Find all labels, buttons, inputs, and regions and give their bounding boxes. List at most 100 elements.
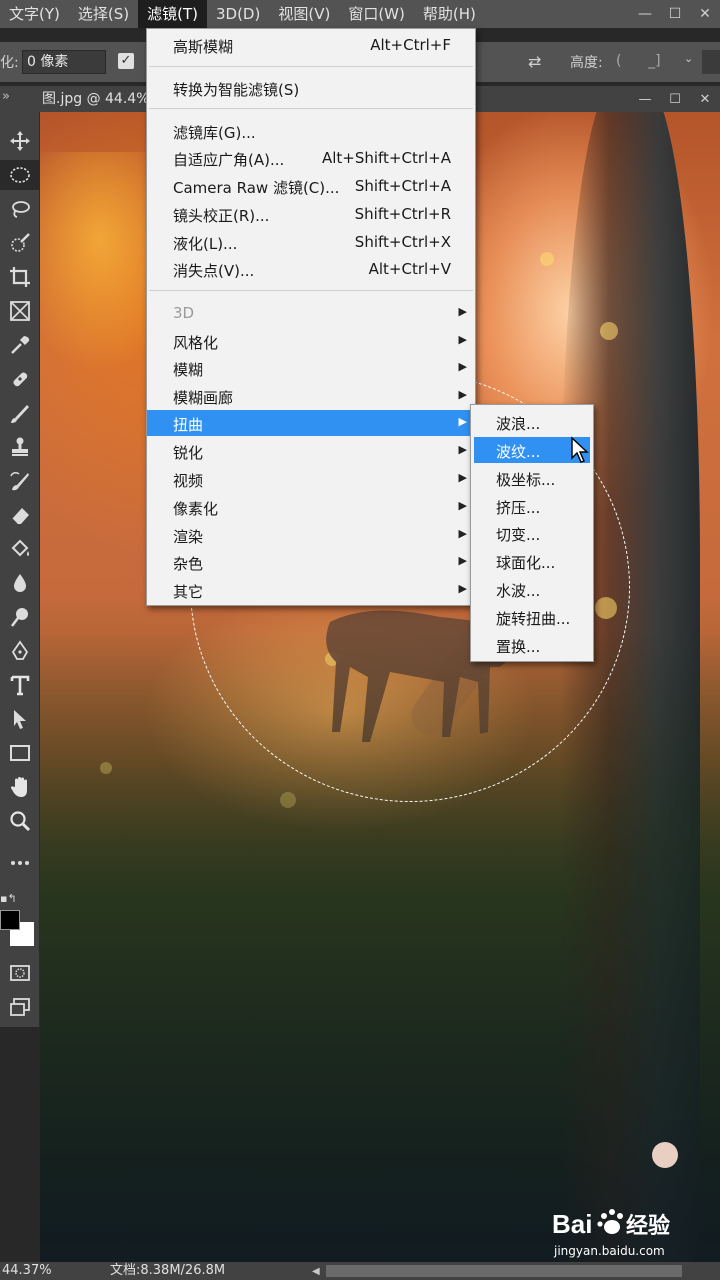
menu-bar: 文字(Y) 选择(S) 滤镜(T) 3D(D) 视图(V) 窗口(W) 帮助(H… [0, 0, 720, 28]
eraser-icon[interactable] [0, 500, 40, 530]
hand-icon[interactable] [0, 772, 40, 802]
menu-item-filter-gallery[interactable]: 滤镜库(G)... [147, 118, 475, 144]
menu-help[interactable]: 帮助(H) [414, 0, 485, 28]
submenu-item-shear[interactable]: 切变... [474, 520, 590, 546]
select-mask-button[interactable] [702, 50, 720, 74]
quick-selection-icon[interactable] [0, 228, 40, 258]
menu-item-other[interactable]: 其它 ▶ [147, 577, 475, 603]
clone-stamp-icon[interactable] [0, 432, 40, 462]
chevron-down-icon[interactable]: ⌄ [684, 52, 693, 65]
zoom-level[interactable]: 44.37% [2, 1262, 52, 1280]
submenu-item-twirl[interactable]: 旋转扭曲... [474, 604, 590, 630]
menu-item-blur[interactable]: 模糊 ▶ [147, 355, 475, 381]
height-input[interactable]: ( _] [612, 50, 674, 74]
document-info[interactable]: 文档:8.38M/26.8M [110, 1262, 225, 1280]
menu-item-convert-smart-filter[interactable]: 转换为智能滤镜(S) [147, 75, 475, 101]
flower [652, 1142, 678, 1168]
close-icon[interactable]: ✕ [690, 0, 720, 28]
mouse-cursor-icon [571, 436, 589, 463]
scroll-left-icon[interactable]: ◀ [312, 1266, 320, 1277]
submenu-arrow-icon: ▶ [458, 443, 467, 456]
submenu-arrow-icon: ▶ [458, 582, 467, 595]
menu-item-camera-raw[interactable]: Camera Raw 滤镜(C)... Shift+Ctrl+A [147, 173, 475, 199]
menu-item-adaptive-wide-angle[interactable]: 自适应广角(A)... Alt+Shift+Ctrl+A [147, 145, 475, 171]
horizontal-scrollbar[interactable] [326, 1265, 682, 1277]
menu-item-sharpen[interactable]: 锐化 ▶ [147, 438, 475, 464]
baidu-jingyan-logo: Bai 经验 [552, 1209, 670, 1239]
panel-collapse-icon[interactable]: » [2, 89, 10, 104]
submenu-item-zigzag[interactable]: 水波... [474, 576, 590, 602]
lasso-icon[interactable] [0, 194, 40, 224]
blur-tool-icon[interactable] [0, 568, 40, 598]
menu-item-gaussian-blur[interactable]: 高斯模糊 Alt+Ctrl+F [147, 32, 475, 58]
path-selection-icon[interactable] [0, 704, 40, 734]
menu-select[interactable]: 选择(S) [69, 0, 138, 28]
submenu-arrow-icon: ▶ [458, 360, 467, 373]
type-icon[interactable] [0, 670, 40, 700]
screen-mode-icon[interactable] [0, 992, 40, 1022]
submenu-item-wave[interactable]: 波浪... [474, 409, 590, 435]
light-bokeh [600, 322, 618, 340]
submenu-item-pinch[interactable]: 挤压... [474, 493, 590, 519]
submenu-arrow-icon: ▶ [458, 305, 467, 318]
menu-item-3d: 3D ▶ [173, 304, 467, 322]
light-bokeh [540, 252, 554, 266]
move-tool-icon[interactable] [0, 126, 40, 156]
zoom-icon[interactable] [0, 806, 40, 836]
foreground-color-swatch[interactable] [0, 910, 20, 930]
rectangle-icon[interactable] [0, 738, 40, 768]
submenu-arrow-icon: ▶ [458, 527, 467, 540]
anti-alias-checkbox[interactable]: ✓ [118, 53, 134, 69]
menu-separator [149, 108, 473, 109]
menu-item-stylize[interactable]: 风格化 ▶ [147, 328, 475, 354]
elliptical-marquee-icon[interactable] [0, 160, 40, 190]
menu-item-lens-correction[interactable]: 镜头校正(R)... Shift+Ctrl+R [147, 201, 475, 227]
submenu-arrow-icon: ▶ [458, 388, 467, 401]
doc-close-icon[interactable]: ✕ [690, 86, 720, 112]
menu-window[interactable]: 窗口(W) [339, 0, 414, 28]
default-colors-icon[interactable]: ▪↰ [0, 892, 17, 905]
submenu-arrow-icon: ▶ [458, 499, 467, 512]
menu-item-pixelate[interactable]: 像素化 ▶ [147, 494, 475, 520]
submenu-arrow-icon: ▶ [458, 554, 467, 567]
maximize-icon[interactable]: ☐ [660, 0, 690, 28]
menu-item-render[interactable]: 渲染 ▶ [147, 522, 475, 548]
swap-icon[interactable]: ⇄ [528, 52, 541, 71]
menu-item-video[interactable]: 视频 ▶ [147, 466, 475, 492]
submenu-item-spherize[interactable]: 球面化... [474, 548, 590, 574]
tools-panel: ▪↰ [0, 112, 40, 1027]
submenu-item-displace[interactable]: 置换... [474, 632, 590, 658]
menu-item-noise[interactable]: 杂色 ▶ [147, 549, 475, 575]
feather-input[interactable]: 0 像素 [22, 50, 106, 74]
doc-maximize-icon[interactable]: ☐ [660, 86, 690, 112]
history-brush-icon[interactable] [0, 466, 40, 496]
dodge-icon[interactable] [0, 602, 40, 632]
menu-item-distort[interactable]: 扭曲 ▶ [147, 410, 475, 436]
menu-item-liquify[interactable]: 液化(L)... Shift+Ctrl+X [147, 229, 475, 255]
submenu-arrow-icon: ▶ [458, 471, 467, 484]
quick-mask-icon[interactable] [0, 958, 40, 988]
menu-3d[interactable]: 3D(D) [207, 0, 269, 28]
menu-item-vanishing-point[interactable]: 消失点(V)... Alt+Ctrl+V [147, 256, 475, 282]
frame-icon[interactable] [0, 296, 40, 326]
doc-minimize-icon[interactable]: — [630, 86, 660, 112]
status-bar: 44.37% 文档:8.38M/26.8M ◀ [0, 1262, 720, 1280]
minimize-icon[interactable]: — [630, 0, 660, 28]
menu-text[interactable]: 文字(Y) [0, 0, 69, 28]
healing-brush-icon[interactable] [0, 364, 40, 394]
crop-icon[interactable] [0, 262, 40, 292]
submenu-item-polar-coordinates[interactable]: 极坐标... [474, 465, 590, 491]
submenu-arrow-icon: ▶ [458, 333, 467, 346]
filter-menu: 高斯模糊 Alt+Ctrl+F 转换为智能滤镜(S) 滤镜库(G)... 自适应… [146, 28, 476, 606]
eyedropper-icon[interactable] [0, 330, 40, 360]
svg-text:经验: 经验 [626, 1213, 670, 1239]
menu-view[interactable]: 视图(V) [269, 0, 339, 28]
pen-icon[interactable] [0, 636, 40, 666]
svg-text:Bai: Bai [552, 1209, 592, 1239]
menu-filter[interactable]: 滤镜(T) [138, 0, 207, 28]
brush-icon[interactable] [0, 398, 40, 428]
menu-item-blur-gallery[interactable]: 模糊画廊 ▶ [147, 383, 475, 409]
more-tools-icon[interactable] [0, 848, 40, 878]
document-tab[interactable]: 图.jpg @ 44.4% [40, 86, 150, 112]
paint-bucket-icon[interactable] [0, 534, 40, 564]
